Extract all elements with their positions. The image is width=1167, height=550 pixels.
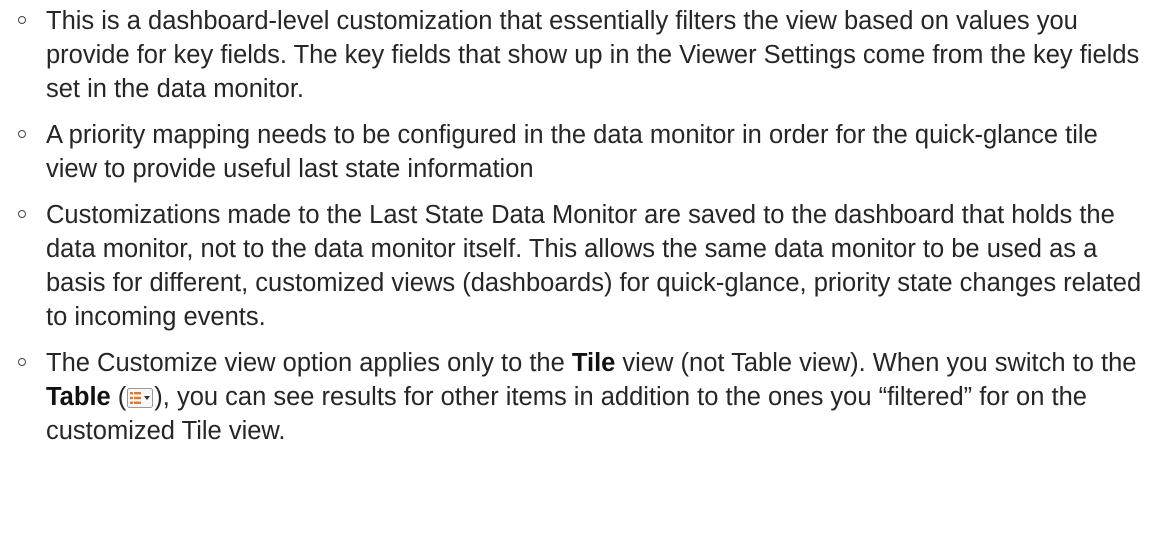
bullet-marker (18, 358, 26, 366)
table-view-term: Table (46, 383, 111, 411)
tile-view-term: Tile (571, 349, 616, 377)
list-item-text: The Customize view option applies only t… (46, 349, 572, 377)
list-item-text: ), you can see results for other items i… (46, 383, 1087, 445)
document-page: This is a dashboard-level customization … (0, 0, 1167, 550)
bullet-marker (18, 130, 26, 138)
bullet-marker (18, 210, 26, 218)
table-view-dropdown-icon (127, 383, 154, 408)
list-item: Customizations made to the Last State Da… (0, 198, 1167, 334)
list-item: The Customize view option applies only t… (0, 346, 1167, 448)
list-item-text: ( (110, 383, 127, 411)
bullet-marker (18, 16, 26, 24)
list-item-text: This is a dashboard-level customization … (46, 7, 1140, 103)
list-item: A priority mapping needs to be configure… (0, 118, 1167, 186)
bullet-list: This is a dashboard-level customization … (0, 4, 1167, 460)
list-item: This is a dashboard-level customization … (0, 4, 1167, 106)
list-item-text: A priority mapping needs to be configure… (46, 121, 1098, 183)
list-item-text: view (not Table view). When you switch t… (615, 349, 1137, 377)
list-item-text: Customizations made to the Last State Da… (46, 201, 1142, 331)
